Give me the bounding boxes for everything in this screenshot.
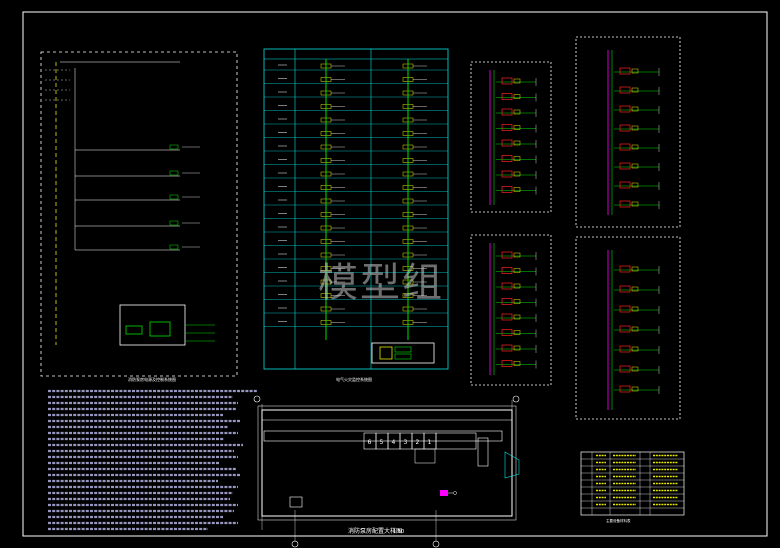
watermark: 模型组 (318, 260, 444, 306)
plan-scale: 1:50 (393, 529, 404, 535)
equipment-marker (440, 490, 448, 496)
room-number: 3 (404, 439, 408, 446)
legend-caption: 主要设备材料表 (606, 518, 631, 523)
riser-title: 电气火灾监控系统图 (336, 376, 372, 382)
dash-panel-label: 消防泵房电源及控制系统图 (128, 376, 176, 382)
room-number: 6 (368, 439, 372, 446)
room-number: 1 (428, 439, 432, 446)
room-number: 2 (416, 439, 420, 446)
room-number: 5 (380, 439, 384, 446)
room-number: 4 (392, 439, 396, 446)
